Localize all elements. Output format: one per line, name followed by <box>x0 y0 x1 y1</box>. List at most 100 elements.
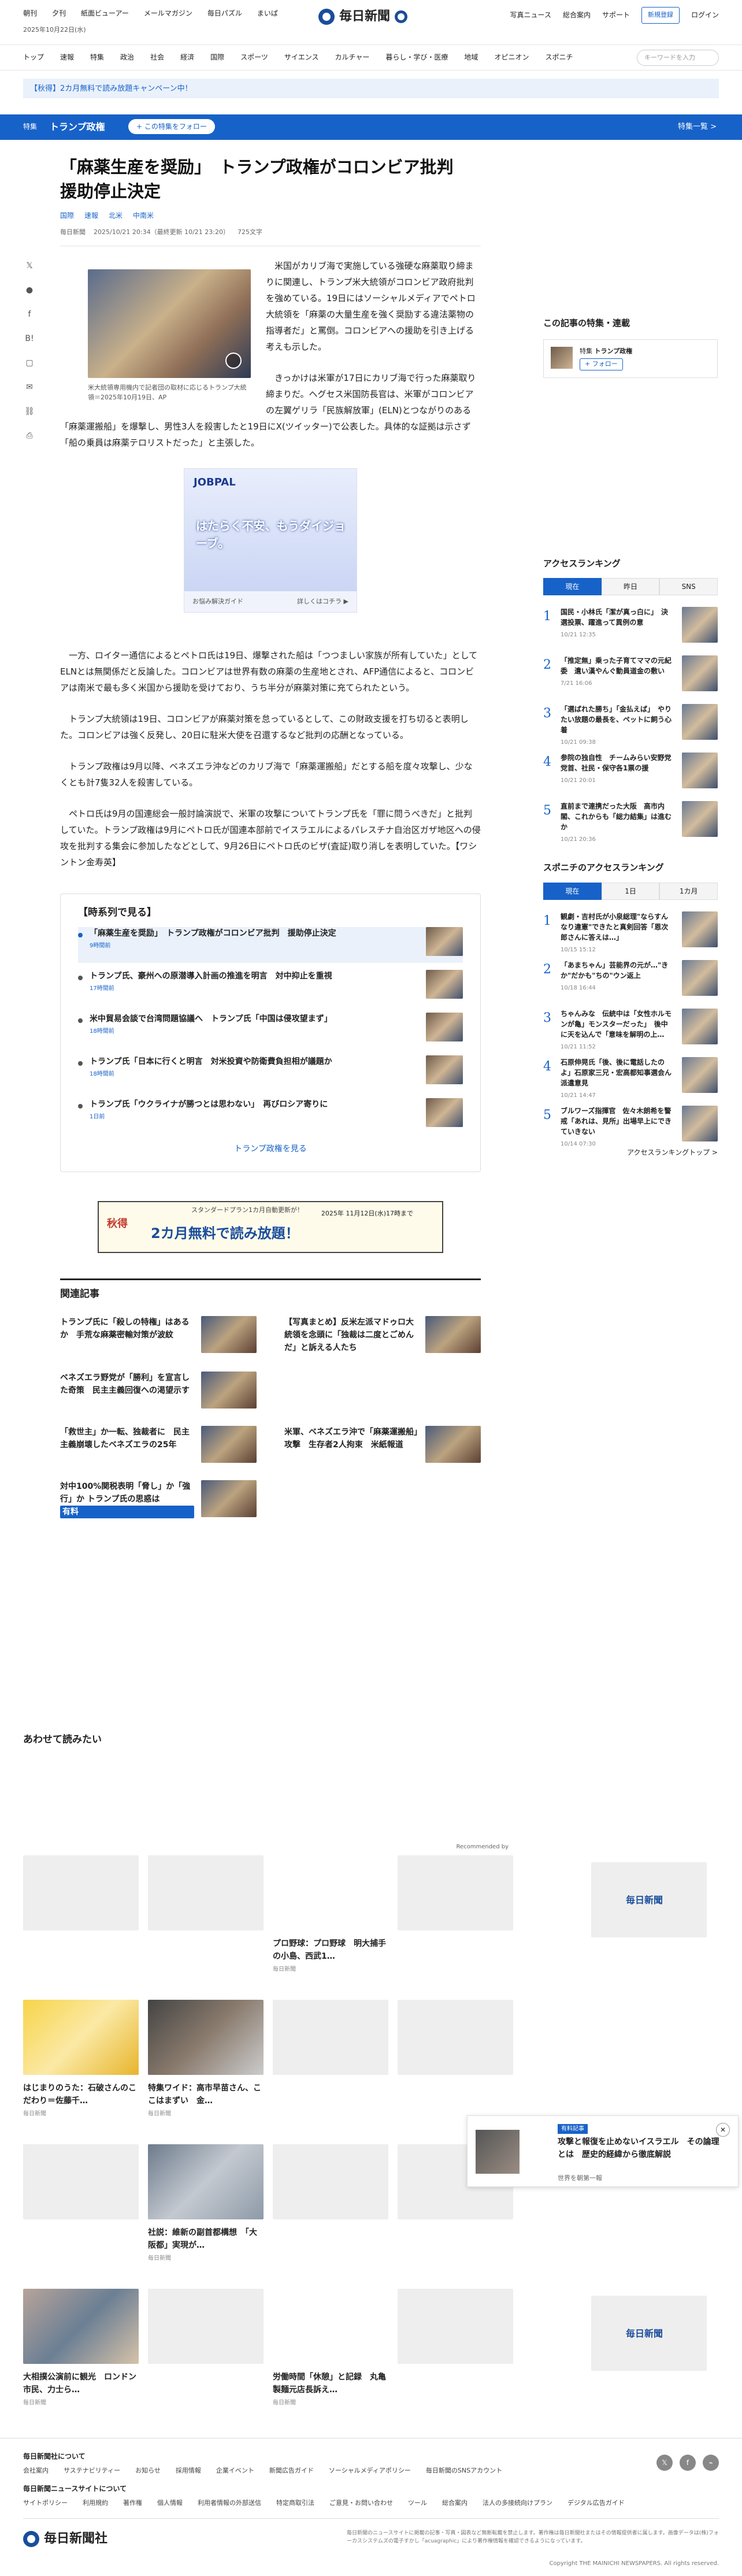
sponichi-tab-now[interactable]: 現在 <box>543 882 602 900</box>
nav-item[interactable]: スポーツ <box>240 52 268 62</box>
read-also-card[interactable]: 特集ワイド：高市早苗さん、ここはまずい 金… 毎日新聞 <box>148 2000 264 2127</box>
nav-item[interactable]: 速報 <box>60 52 74 62</box>
link-icon[interactable]: ⛓ <box>24 406 35 416</box>
footer-link[interactable]: 毎日新聞のSNSアカウント <box>426 2466 502 2476</box>
ranking-item[interactable]: 3 「選ばれた勝ち」「金払えば」 やりたい放題の最長を、ペットに飼う心着 10/21… <box>543 704 718 746</box>
read-also-card[interactable]: はじまりのうた：石破さんのこだわり＝佐藤千… 毎日新聞 <box>23 2000 139 2127</box>
print-icon[interactable]: ⎙ <box>24 430 35 440</box>
sponichi-item[interactable]: 5 ブルワーズ指揮官 佐々木朗希を警戒「あれは、見所」出場早上にできていきない 10… <box>543 1105 718 1147</box>
related-item[interactable]: 「救世主」か一転、独裁者に 民主主義崩壊したベネズエラの25年 <box>60 1425 257 1463</box>
footer-link[interactable]: 採用情報 <box>176 2466 201 2476</box>
nav-viewer[interactable]: 紙面ビューアー <box>81 8 129 18</box>
nav-yukan[interactable]: 夕刊 <box>52 8 66 18</box>
feature-follow-button[interactable]: + フォロー <box>580 358 623 370</box>
close-icon[interactable]: ✕ <box>716 2123 730 2137</box>
read-also-card[interactable] <box>273 2144 388 2271</box>
hatena-share-icon[interactable]: B! <box>24 333 35 343</box>
sponichi-tab-month[interactable]: 1カ月 <box>659 882 718 900</box>
nav-item[interactable]: 国際 <box>210 52 224 62</box>
footer-link[interactable]: サステナビリティー <box>64 2466 120 2476</box>
ranking-tab-now[interactable]: 現在 <box>543 578 602 595</box>
read-also-card[interactable] <box>148 2289 264 2416</box>
ranking-item[interactable]: 1 国民・小林氏「潔が真っ白に」 決選投票、躍進って異例の意 10/21 12:35 <box>543 607 718 644</box>
login-link[interactable]: ログイン <box>691 10 719 20</box>
trump-photo[interactable] <box>88 269 251 378</box>
tag-link[interactable]: 中南米 <box>133 210 154 221</box>
facebook-share-icon[interactable]: f <box>24 309 35 319</box>
floating-recommend-card[interactable]: 有料記事 攻撃と報復を止めないイスラエル その論理とは 歴史的経緯から徹底解説 … <box>467 2115 739 2187</box>
tag-link[interactable]: 国際 <box>60 210 74 221</box>
footer-link[interactable]: 総合案内 <box>442 2499 468 2508</box>
sponichi-item[interactable]: 3 ちゃんみな 伝統中は「女性ホルモンが亀」モンスターだった」 後中に天を込んで「… <box>543 1008 718 1050</box>
sponichi-item[interactable]: 4 石原伸晃氏「後、後に電話したのよ」石原家三兄・宏高都知事選会ん派遣意見 10/2… <box>543 1057 718 1099</box>
read-also-card[interactable] <box>23 2144 139 2271</box>
footer-link[interactable]: 法人の多接続向けプラン <box>483 2499 552 2508</box>
ranking-tab-yesterday[interactable]: 昨日 <box>601 578 660 595</box>
bookmark-icon[interactable]: ▢ <box>24 357 35 368</box>
footer-link[interactable]: 個人情報 <box>157 2499 183 2508</box>
sponichi-tab-day[interactable]: 1日 <box>601 882 660 900</box>
footer-link[interactable]: 会社案内 <box>23 2466 49 2476</box>
timeline-item[interactable]: トランプ氏「日本に行くと明言 対米投資や防衛費負担相が議題か 18時間前 <box>78 1055 463 1091</box>
footer-link[interactable]: ご意見・お問い合わせ <box>329 2499 393 2508</box>
nav-item[interactable]: オピニオン <box>494 52 529 62</box>
mail-icon[interactable]: ✉ <box>24 381 35 392</box>
ad-banner[interactable]: JOBPAL はたらく不安、もうダイジョーブ。 お悩み解決ガイド 詳しくはコチラ… <box>184 468 357 613</box>
x-icon[interactable]: 𝕏 <box>656 2455 673 2471</box>
feature-list-link[interactable]: 特集一覧 > <box>678 121 717 133</box>
ranking-item[interactable]: 2 「推定無」乗った子育てママの元紀委 遺い漢やんぐ動員道金の敷い 7/21 16:… <box>543 655 718 692</box>
footer-link[interactable]: サイトポリシー <box>23 2499 68 2508</box>
read-also-card[interactable]: 労働時間「休憩」と記録 丸亀製麺元店長訴え… 毎日新聞 <box>273 2289 707 2416</box>
read-also-card[interactable] <box>398 2000 513 2127</box>
nav-mail[interactable]: メールマガジン <box>144 8 192 18</box>
tag-link[interactable]: 速報 <box>84 210 98 221</box>
footer-link[interactable]: 新聞広告ガイド <box>269 2466 314 2476</box>
footer-link[interactable]: デジタル広告ガイド <box>567 2499 625 2508</box>
nav-puzzle[interactable]: 毎日パズル <box>207 8 242 18</box>
sponichi-item[interactable]: 2 「あまちゃん」芸能界の元が…"きか"だかも"ちの"ウン返上 10/18 16:4… <box>543 959 718 997</box>
read-also-card[interactable]: 社説：維新の副首都構想 「大阪都」実現が… 毎日新聞 <box>148 2144 264 2271</box>
nav-item[interactable]: 社会 <box>150 52 164 62</box>
campaign-banner[interactable]: 【秋得】2カ月無料で読み放題キャンペーン中！ <box>23 79 719 98</box>
timeline-item[interactable]: トランプ氏、豪州への原潜導入計画の推進を明言 対中抑止を重視 17時間前 <box>78 970 463 1006</box>
read-also-card[interactable] <box>398 2289 513 2416</box>
nav-chokan[interactable]: 朝刊 <box>23 8 37 18</box>
promo-banner[interactable]: 秋得 スタンダードプラン1カ月自動更新が！ 2カ月無料で読み放題！ 2025年 … <box>98 1201 443 1253</box>
tag-link[interactable]: 北米 <box>109 210 123 221</box>
footer-link[interactable]: 利用者情報の外部送信 <box>198 2499 261 2508</box>
sponichi-item[interactable]: 1 観劇・吉村氏が小泉総理"ならすんなり違憲"できたと真剣回答「恩次郎さんに答えは… <box>543 911 718 953</box>
rss-icon[interactable]: ⌁ <box>703 2455 719 2471</box>
footer-link[interactable]: ソーシャルメディアポリシー <box>329 2466 411 2476</box>
related-item[interactable]: トランプ氏に「殺しの特権」はあるか 手荒な麻薬密輸対策が波紋 <box>60 1315 257 1354</box>
timeline-more-link[interactable]: トランプ政権を見る <box>78 1143 463 1155</box>
timeline-item[interactable]: 「麻薬生産を奨励」 トランプ政権がコロンビア批判 援助停止決定 9時間前 <box>78 927 463 963</box>
x-share-icon[interactable]: 𝕏 <box>24 260 35 270</box>
register-button[interactable]: 新規登録 <box>641 7 680 24</box>
zoom-icon[interactable] <box>225 352 242 369</box>
line-share-icon[interactable]: ● <box>24 284 35 295</box>
read-also-card[interactable] <box>273 2000 388 2127</box>
timeline-item[interactable]: トランプ氏「ウクライナが勝つとは思わない」 再びロシア寄りに 1日前 <box>78 1098 463 1134</box>
read-also-card[interactable] <box>148 1855 264 1982</box>
support-link[interactable]: サポート <box>602 10 630 20</box>
footer-link[interactable]: ツール <box>408 2499 427 2508</box>
nav-item[interactable]: 特集 <box>90 52 104 62</box>
nav-item[interactable]: 経済 <box>180 52 194 62</box>
feature-title[interactable]: トランプ政権 <box>50 120 105 134</box>
ranking-tab-sns[interactable]: SNS <box>659 578 718 595</box>
nav-maipa[interactable]: まいぱ <box>257 8 278 18</box>
ad-foot-right[interactable]: 詳しくはコチラ ▶ <box>297 597 348 607</box>
nav-item[interactable]: サイエンス <box>284 52 319 62</box>
related-item[interactable]: 【写真まとめ】反米左派マドゥロ大統領を念頭に「独裁は二度とごめんだ」と訴える人た… <box>284 1315 481 1354</box>
follow-feature-button[interactable]: + この特集をフォロー <box>128 119 215 134</box>
search-input[interactable]: キーワードを入力 <box>637 50 719 66</box>
read-also-card[interactable]: 大相撲公演前に観光 ロンドン市民、力士ら… 毎日新聞 <box>23 2289 139 2416</box>
footer-link[interactable]: お知らせ <box>135 2466 161 2476</box>
nav-item[interactable]: 地域 <box>464 52 478 62</box>
guide-link[interactable]: 総合案内 <box>563 10 591 20</box>
footer-link[interactable]: 特定商取引法 <box>276 2499 314 2508</box>
read-also-card[interactable] <box>23 1855 139 1982</box>
related-item[interactable]: 米軍、ベネズエラ沖で「麻薬運搬船」攻撃 生存者2人拘束 米紙報道 <box>284 1425 481 1463</box>
read-also-card[interactable]: プロ野球：プロ野球 明大捕手の小島、西武1… 毎日新聞 <box>273 1855 707 1982</box>
nav-item[interactable]: 政治 <box>120 52 134 62</box>
